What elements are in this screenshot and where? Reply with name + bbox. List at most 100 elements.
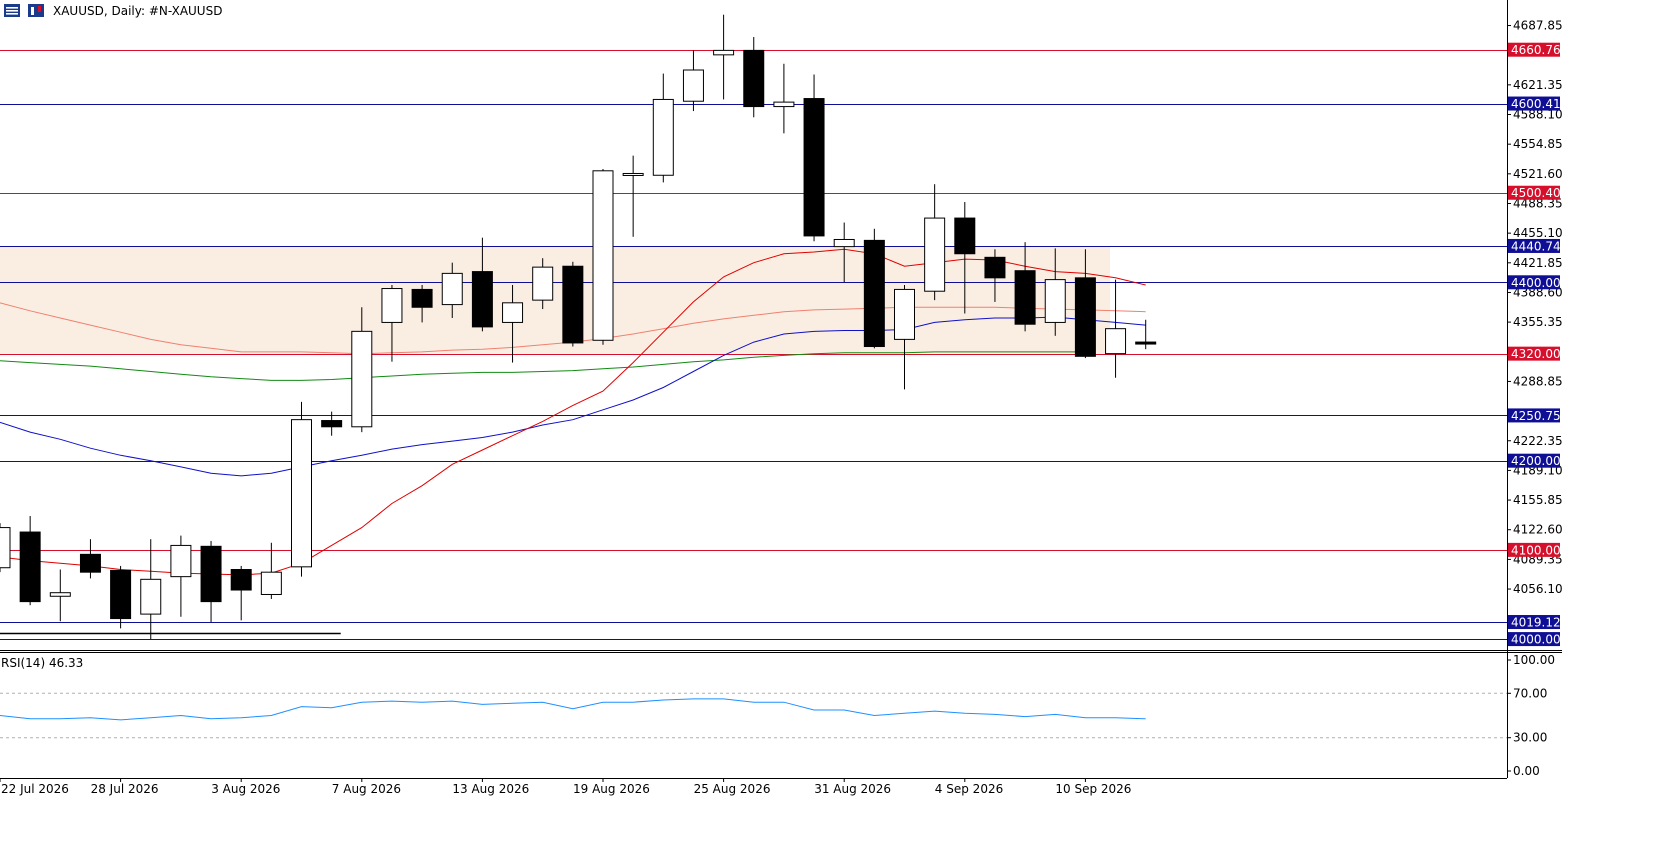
y-tick-label: 4455.10 <box>1513 226 1563 240</box>
rsi-tick-label: 30.00 <box>1513 731 1547 745</box>
candle-body <box>1135 341 1157 345</box>
candle[interactable] <box>713 14 735 100</box>
candle-body <box>441 272 463 306</box>
candle-body <box>351 330 373 428</box>
rsi-tick-label: 70.00 <box>1513 686 1547 700</box>
candle[interactable] <box>49 569 71 622</box>
level-price-label: 4500.40 <box>1511 186 1561 200</box>
y-tick-label: 4554.85 <box>1513 137 1563 151</box>
chart-title: XAUUSD, Daily: #N-XAUUSD <box>53 4 222 18</box>
candle[interactable] <box>19 515 41 606</box>
candle-body <box>592 170 614 341</box>
x-tick-label: 25 Aug 2026 <box>694 782 771 796</box>
chart-list-icon[interactable] <box>4 4 20 17</box>
candle[interactable] <box>773 63 795 134</box>
candle[interactable] <box>743 37 765 118</box>
candle[interactable] <box>170 535 192 617</box>
candle[interactable] <box>200 540 222 623</box>
x-tick-label: 13 Aug 2026 <box>452 782 529 796</box>
x-tick-label: 3 Aug 2026 <box>211 782 280 796</box>
candle-body <box>863 239 885 348</box>
candle-body <box>803 98 825 237</box>
candle-body <box>502 302 524 323</box>
x-tick-label: 10 Sep 2026 <box>1055 782 1131 796</box>
candle-body <box>321 420 343 428</box>
candle-body <box>954 217 976 255</box>
candle[interactable] <box>894 284 915 390</box>
candle[interactable] <box>110 565 132 629</box>
candle-body <box>652 98 674 176</box>
rsi-tick-label: 100.00 <box>1513 653 1555 667</box>
candle-body <box>110 569 132 620</box>
candle-body <box>1014 270 1036 325</box>
candle[interactable] <box>140 539 162 640</box>
y-tick-label: 4355.35 <box>1513 315 1563 329</box>
x-tick-label: 7 Aug 2026 <box>332 782 401 796</box>
candle-body <box>924 217 946 292</box>
candle-body <box>0 527 11 569</box>
candle-body <box>682 69 704 102</box>
rsi-line <box>0 698 1146 721</box>
candle-chart-icon[interactable] <box>28 4 44 17</box>
candle[interactable] <box>230 565 252 621</box>
level-price-label: 4000.00 <box>1511 633 1561 647</box>
candle-body <box>984 256 1006 279</box>
candle[interactable] <box>924 184 946 301</box>
level-price-label: 4320.00 <box>1511 347 1561 361</box>
candle[interactable] <box>652 73 674 183</box>
rsi-tick-label: 0.00 <box>1513 764 1540 778</box>
rsi-label: RSI(14) 46.33 <box>1 656 83 670</box>
level-price-label: 4019.12 <box>1511 616 1561 630</box>
candle-body <box>713 49 735 56</box>
candle[interactable] <box>592 169 614 345</box>
level-price-label: 4600.41 <box>1511 97 1561 111</box>
level-price-label: 4660.76 <box>1511 43 1561 57</box>
candle[interactable] <box>79 539 101 579</box>
candle-body <box>79 553 101 573</box>
candle-body <box>411 288 433 308</box>
candle-body <box>19 531 41 603</box>
y-tick-label: 4687.85 <box>1513 19 1563 33</box>
chart-window[interactable]: 4687.85 4621.35 4588.10 4554.85 4521.60 4488.… <box>0 0 1665 848</box>
candle[interactable] <box>803 74 825 242</box>
candle-body <box>230 569 252 591</box>
candle[interactable] <box>622 155 644 237</box>
y-tick-label: 4222.35 <box>1513 434 1563 448</box>
candle[interactable] <box>291 401 312 577</box>
level-price-label: 4200.00 <box>1511 454 1561 468</box>
ma-green-line <box>0 351 1086 381</box>
x-tick-label: 22 Jul 2026 <box>1 782 69 796</box>
candle[interactable] <box>0 523 11 573</box>
candle-body <box>260 571 282 595</box>
candle-body <box>743 49 765 108</box>
y-tick-label: 4056.10 <box>1513 582 1563 596</box>
y-tick-label: 4421.85 <box>1513 256 1563 270</box>
y-tick-label: 4621.35 <box>1513 78 1563 92</box>
candle-body <box>200 545 222 603</box>
candle-body <box>170 544 192 578</box>
candle-body <box>381 288 403 323</box>
candle-body <box>562 265 584 344</box>
candle[interactable] <box>562 261 584 347</box>
candle-body <box>1074 277 1096 357</box>
candle[interactable] <box>682 50 704 112</box>
y-tick-label: 4521.60 <box>1513 167 1563 181</box>
candle-body <box>49 592 71 597</box>
candle[interactable] <box>863 228 885 349</box>
y-tick-label: 4288.85 <box>1513 374 1563 388</box>
candle-body <box>291 419 312 568</box>
candle-body <box>773 101 795 108</box>
level-price-label: 4400.00 <box>1511 276 1561 290</box>
level-price-label: 4440.74 <box>1511 239 1561 253</box>
price-chart[interactable]: 4687.854621.354588.104554.854521.604488.… <box>0 0 1665 848</box>
candle-body <box>140 578 162 615</box>
x-tick-label: 31 Aug 2026 <box>814 782 891 796</box>
candle-body <box>622 172 644 176</box>
candle-body <box>833 238 855 248</box>
candle-body <box>532 266 554 301</box>
candle-body <box>471 271 493 328</box>
x-tick-label: 28 Jul 2026 <box>91 782 159 796</box>
level-price-label: 4100.00 <box>1511 543 1561 557</box>
y-tick-label: 4122.60 <box>1513 523 1563 537</box>
candle-body <box>1044 279 1066 323</box>
